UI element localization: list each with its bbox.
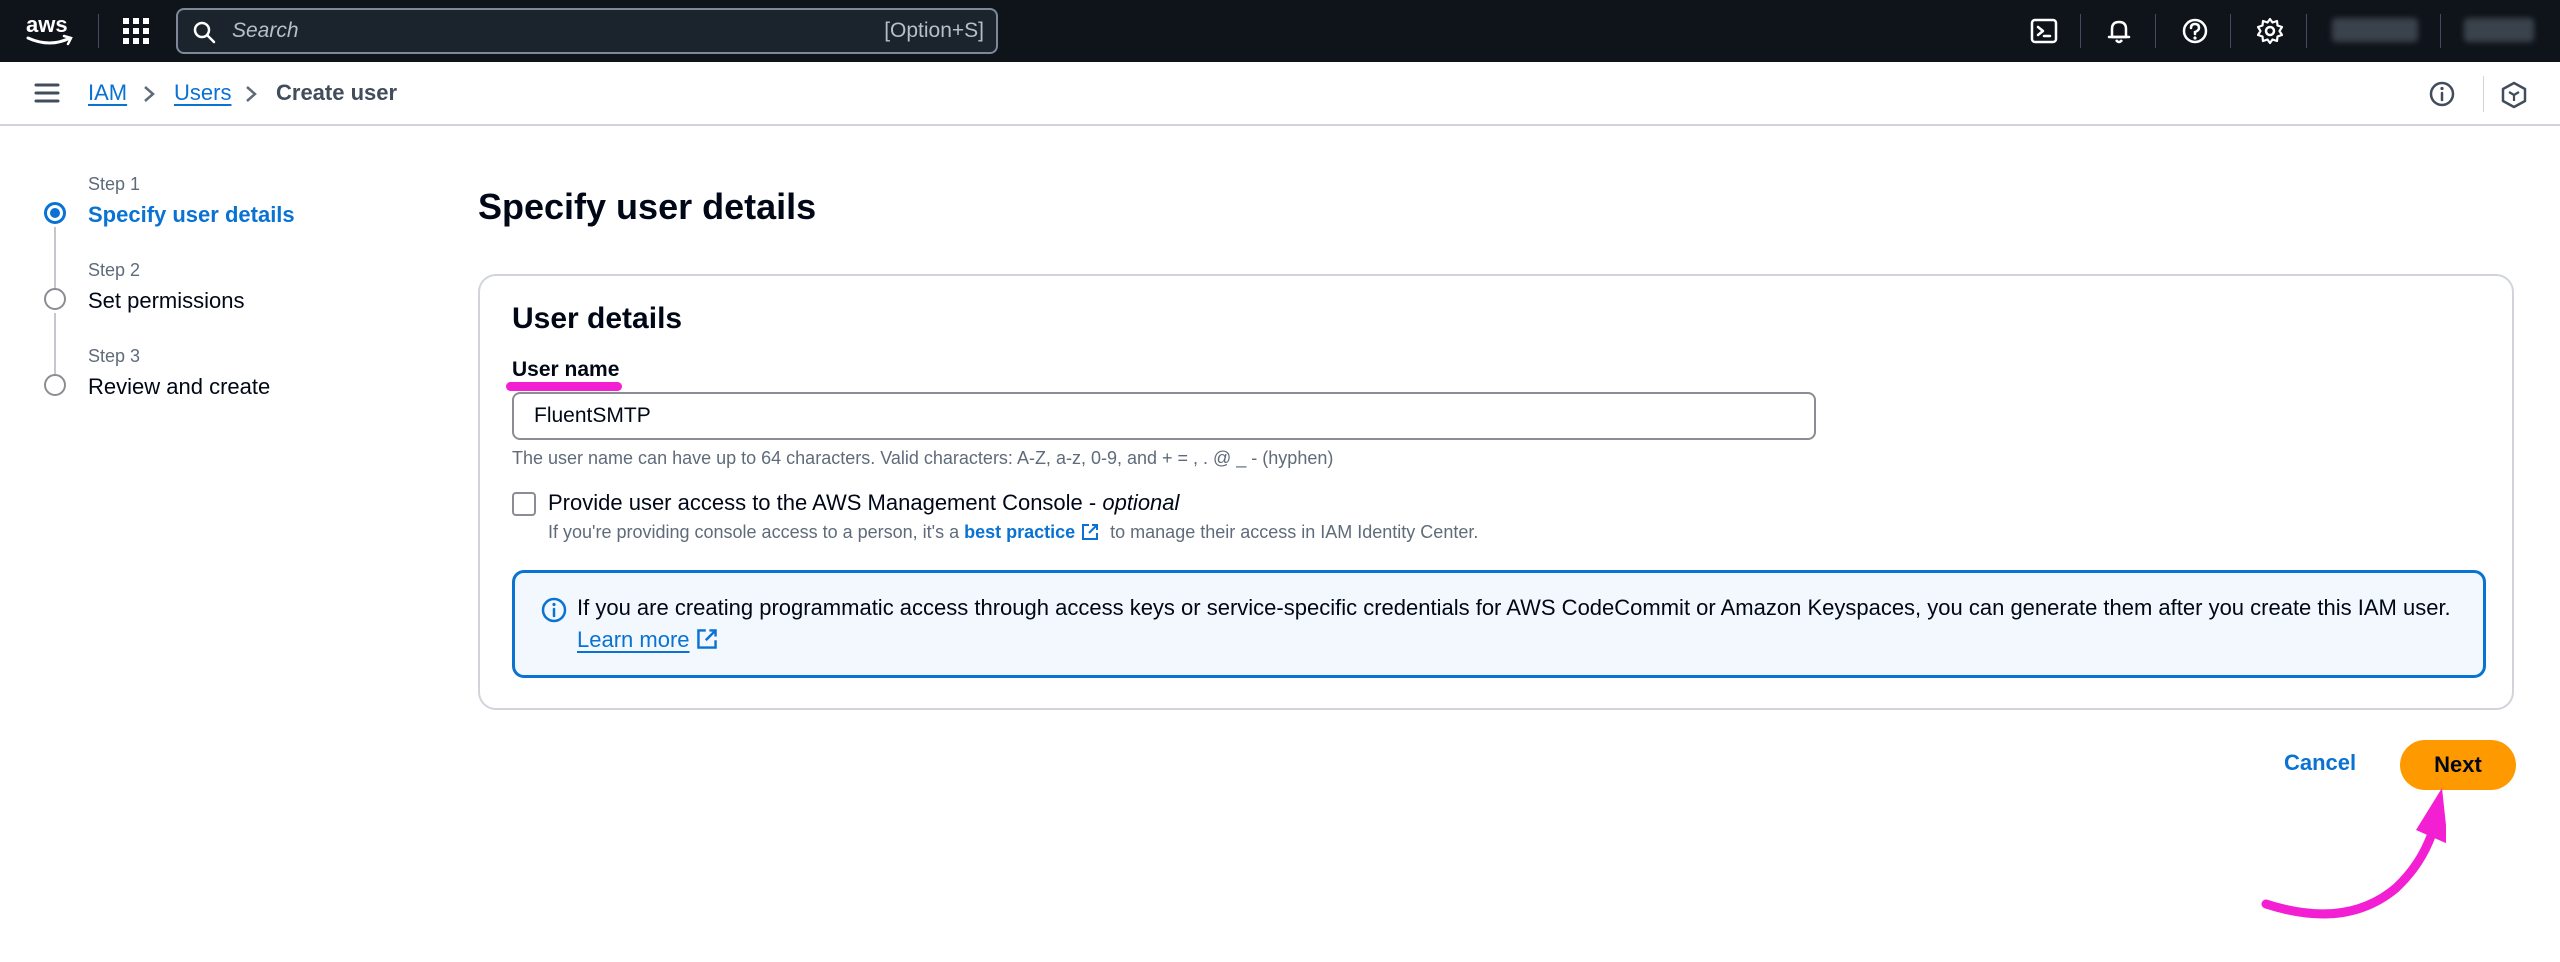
- chevron-right-icon: [246, 86, 257, 102]
- topbar-divider: [2230, 14, 2231, 48]
- learn-more-link[interactable]: Learn more: [577, 627, 724, 653]
- search-shortcut-hint: [Option+S]: [884, 19, 984, 42]
- annotation-arrow: [2261, 788, 2446, 919]
- aws-logo-text: aws: [26, 12, 68, 37]
- info-alert: If you are creating programmatic access …: [512, 570, 2486, 678]
- breadcrumb-bar: IAM Users Create user: [0, 62, 2560, 126]
- services-grid-icon[interactable]: [122, 17, 150, 45]
- topbar-divider: [2306, 14, 2307, 48]
- topbar-divider: [2155, 14, 2156, 48]
- external-link-icon: [696, 629, 717, 649]
- account-menu-redacted[interactable]: [2464, 18, 2534, 42]
- step-number: Step 2: [88, 260, 141, 280]
- gear-icon[interactable]: [2255, 16, 2285, 46]
- top-navigation-bar: aws [Option+S]: [0, 0, 2560, 62]
- step-title-review-and-create: Review and create: [88, 374, 271, 399]
- console-access-checkbox[interactable]: [512, 492, 536, 516]
- console-access-label[interactable]: Provide user access to the AWS Managemen…: [548, 490, 1179, 516]
- hexagon-icon[interactable]: [2500, 81, 2528, 109]
- topbar-divider: [2080, 14, 2081, 48]
- external-link-icon: [1082, 524, 1099, 540]
- search-icon: [193, 21, 216, 44]
- step-indicator: [44, 288, 66, 310]
- breadcrumb-users[interactable]: Users: [174, 80, 231, 106]
- topbar-divider: [98, 14, 99, 48]
- step-title-set-permissions: Set permissions: [88, 288, 245, 313]
- user-name-input[interactable]: [512, 392, 1816, 440]
- step-indicator-active: [44, 202, 66, 224]
- step-title-specify-user-details[interactable]: Specify user details: [88, 202, 295, 228]
- alert-message: If you are creating programmatic access …: [577, 595, 2451, 620]
- breadcrumb-iam[interactable]: IAM: [88, 80, 127, 106]
- info-icon[interactable]: [2429, 81, 2455, 107]
- help-icon[interactable]: [2180, 16, 2210, 46]
- console-access-description-text: If you're providing console access to a …: [548, 522, 965, 542]
- step-number: Step 1: [88, 174, 141, 194]
- best-practice-link[interactable]: best practice: [964, 522, 1075, 542]
- chevron-right-icon: [144, 86, 155, 102]
- region-selector-redacted[interactable]: [2332, 18, 2418, 42]
- optional-tag: optional: [1102, 490, 1180, 515]
- cancel-button[interactable]: Cancel: [2284, 750, 2356, 776]
- global-search[interactable]: [Option+S]: [176, 8, 998, 54]
- annotation-underline: [506, 382, 622, 391]
- cloudshell-icon[interactable]: [2029, 16, 2059, 46]
- subbar-divider: [2483, 76, 2484, 112]
- console-access-description-suffix: to manage their access in IAM Identity C…: [1105, 522, 1479, 542]
- bell-icon[interactable]: [2104, 16, 2134, 46]
- step-number: Step 3: [88, 346, 141, 366]
- aws-logo[interactable]: aws: [24, 10, 76, 50]
- learn-more-text: Learn more: [577, 627, 690, 652]
- topbar-divider: [2440, 14, 2441, 48]
- info-icon: [541, 597, 567, 623]
- user-name-hint: The user name can have up to 64 characte…: [512, 448, 1334, 468]
- search-input[interactable]: [232, 10, 832, 52]
- breadcrumb-current: Create user: [276, 80, 398, 105]
- console-access-description: If you're providing console access to a …: [548, 522, 1478, 543]
- user-details-card: User details User name The user name can…: [478, 274, 2514, 710]
- step-indicator: [44, 374, 66, 396]
- page-title: Specify user details: [478, 186, 817, 227]
- user-name-label: User name: [512, 358, 620, 381]
- card-title: User details: [512, 302, 683, 335]
- menu-icon[interactable]: [34, 82, 60, 104]
- console-access-label-text: Provide user access to the AWS Managemen…: [548, 490, 1103, 515]
